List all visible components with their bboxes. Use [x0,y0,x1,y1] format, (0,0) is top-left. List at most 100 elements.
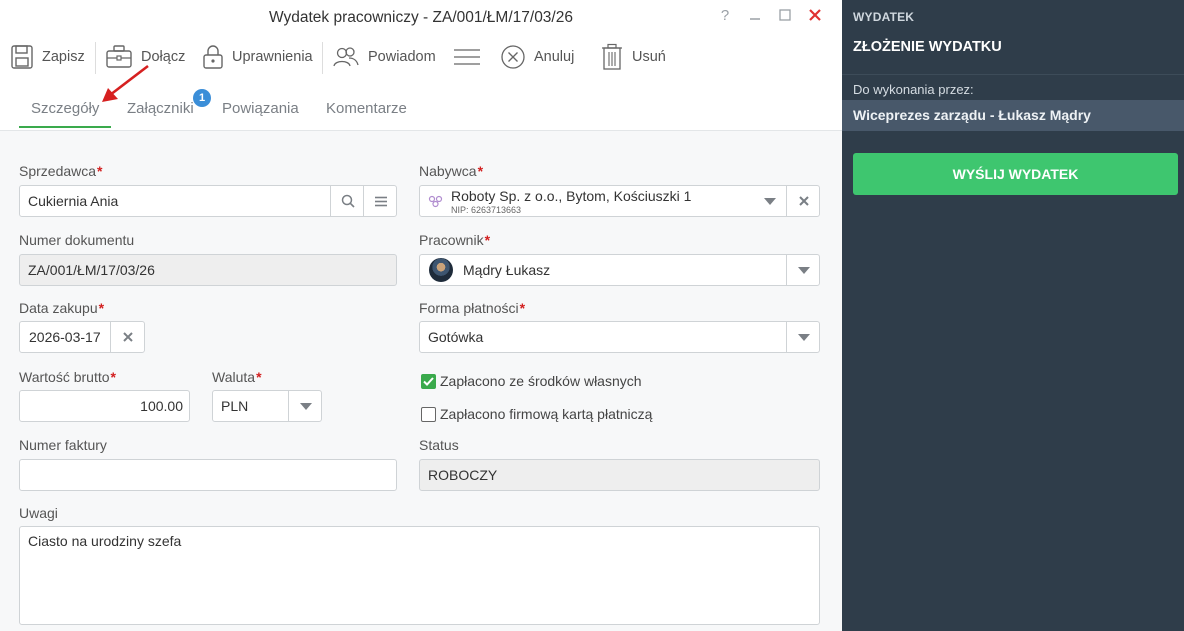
buyer-clear-button[interactable] [786,186,820,216]
purchase-date-clear-button[interactable] [110,322,145,352]
status-label: Status [419,437,459,453]
employee-value: Mądry Łukasz [463,262,551,278]
cancel-button[interactable]: Anuluj [500,38,574,76]
notes-label: Uwagi [19,505,58,521]
required-mark: * [110,369,116,385]
checkbox-checked[interactable] [421,373,436,389]
document-number-value: ZA/001/ŁM/17/03/26 [28,262,155,278]
chevron-down-icon [797,266,810,274]
currency-label: Waluta* [212,369,262,385]
notify-button[interactable]: Powiadom [332,38,436,76]
cancel-circle-icon [501,45,525,69]
assignee-value: Wiceprezes zarządu - Łukasz Mądry [842,100,1184,131]
tab-comments[interactable]: Komentarze [314,90,419,128]
seller-value: Cukiernia Ania [28,193,119,209]
gross-value-field[interactable]: 100.00 [19,390,190,422]
more-menu-button[interactable] [452,38,482,76]
paid-own-funds-checkbox[interactable]: Zapłacono ze środków własnych [421,373,642,389]
paid-company-card-checkbox[interactable]: Zapłacono firmową kartą płatniczą [421,406,652,422]
seller-field[interactable]: Cukiernia Ania [19,185,397,217]
payment-form-dropdown-button[interactable] [786,322,820,352]
window-controls: ? [710,4,830,26]
save-button[interactable]: Zapisz [10,38,85,76]
buyer-value: Roboty Sp. z o.o., Bytom, Kościuszki 1 [451,188,692,204]
buyer-dropdown-button[interactable] [753,186,786,216]
checkbox-unchecked[interactable] [421,406,436,422]
permissions-button[interactable]: Uprawnienia [202,38,313,76]
chevron-down-icon [299,402,312,410]
payment-form-select[interactable]: Gotówka [419,321,820,353]
permissions-label: Uprawnienia [232,49,313,65]
avatar [429,258,453,282]
required-mark: * [98,300,105,316]
required-mark: * [477,163,484,179]
required-mark: * [484,232,491,248]
buyer-label: Nabywca* [419,163,484,179]
expense-window: Wydatek pracowniczy - ZA/001/ŁM/17/03/26… [0,0,842,631]
tab-attachments[interactable]: Załączniki [115,90,206,128]
seller-label: Sprzedawca* [19,163,103,179]
document-number-label: Numer dokumentu [19,232,135,248]
gross-value-label: Wartość brutto* [19,369,116,385]
invoice-number-label: Numer faktury [19,437,107,453]
document-number-field: ZA/001/ŁM/17/03/26 [19,254,397,286]
close-icon [809,9,821,21]
clear-icon [798,196,809,206]
send-expense-button[interactable]: WYŚLIJ WYDATEK [853,153,1178,195]
tab-relations[interactable]: Powiązania [210,90,311,128]
chevron-down-icon [763,197,776,205]
help-icon: ? [720,6,730,24]
payment-form-label: Forma płatności* [419,300,526,316]
list-icon [374,196,387,206]
seller-list-button[interactable] [363,186,397,216]
save-label: Zapisz [42,49,85,65]
maximize-button[interactable] [770,4,800,26]
invoice-number-field[interactable] [19,459,397,491]
sidebar-kicker: WYDATEK [853,10,915,24]
purchase-date-field[interactable]: 2026-03-17 [19,321,145,353]
trash-icon [602,43,622,70]
save-icon [11,45,33,69]
assignee-label: Do wykonania przez: [853,82,974,97]
help-button[interactable]: ? [710,4,740,26]
seller-search-button[interactable] [330,186,364,216]
cancel-label: Anuluj [534,49,575,65]
close-button[interactable] [800,4,830,26]
notes-value: Ciasto na urodziny szefa [28,533,182,549]
payment-form-value: Gotówka [428,329,484,345]
employee-dropdown-button[interactable] [786,255,820,285]
people-icon [333,47,359,67]
required-mark: * [256,369,262,385]
minimize-button[interactable] [740,4,770,26]
purchase-date-value: 2026-03-17 [29,329,101,345]
delete-label: Usuń [632,49,666,65]
employee-select[interactable]: Mądry Łukasz [419,254,820,286]
buyer-nip: NIP: 6263713663 [451,205,522,215]
currency-select[interactable]: PLN [212,390,322,422]
tab-details[interactable]: Szczegóły [19,90,112,128]
clear-icon [123,332,133,342]
delete-button[interactable]: Usuń [600,38,666,76]
currency-value: PLN [221,398,249,414]
attachments-count-badge: 1 [193,89,211,107]
minimize-icon [750,18,760,20]
gross-value-value: 100.00 [140,398,183,414]
tab-bar: Szczegóły Załączniki 1 Powiązania Koment… [0,89,842,131]
buyer-select[interactable]: Roboty Sp. z o.o., Bytom, Kościuszki 1 N… [419,185,820,217]
lock-icon [203,45,223,69]
notes-textarea[interactable]: Ciasto na urodziny szefa [19,526,820,625]
paid-own-funds-label: Zapłacono ze środków własnych [440,373,642,389]
purchase-date-label: Data zakupu* [19,300,105,316]
paid-company-card-label: Zapłacono firmową kartą płatniczą [440,406,653,422]
status-field: ROBOCZY [419,459,820,491]
maximize-icon [779,9,791,21]
required-mark: * [519,300,526,316]
company-icon [428,195,443,208]
sidebar-divider [842,74,1184,75]
search-icon [341,194,355,208]
currency-dropdown-button[interactable] [288,391,322,421]
status-value: ROBOCZY [428,467,498,483]
notify-label: Powiadom [368,49,436,65]
toolbar-divider [322,42,323,74]
sidebar-title: ZŁOŻENIE WYDATKU [853,39,1002,55]
